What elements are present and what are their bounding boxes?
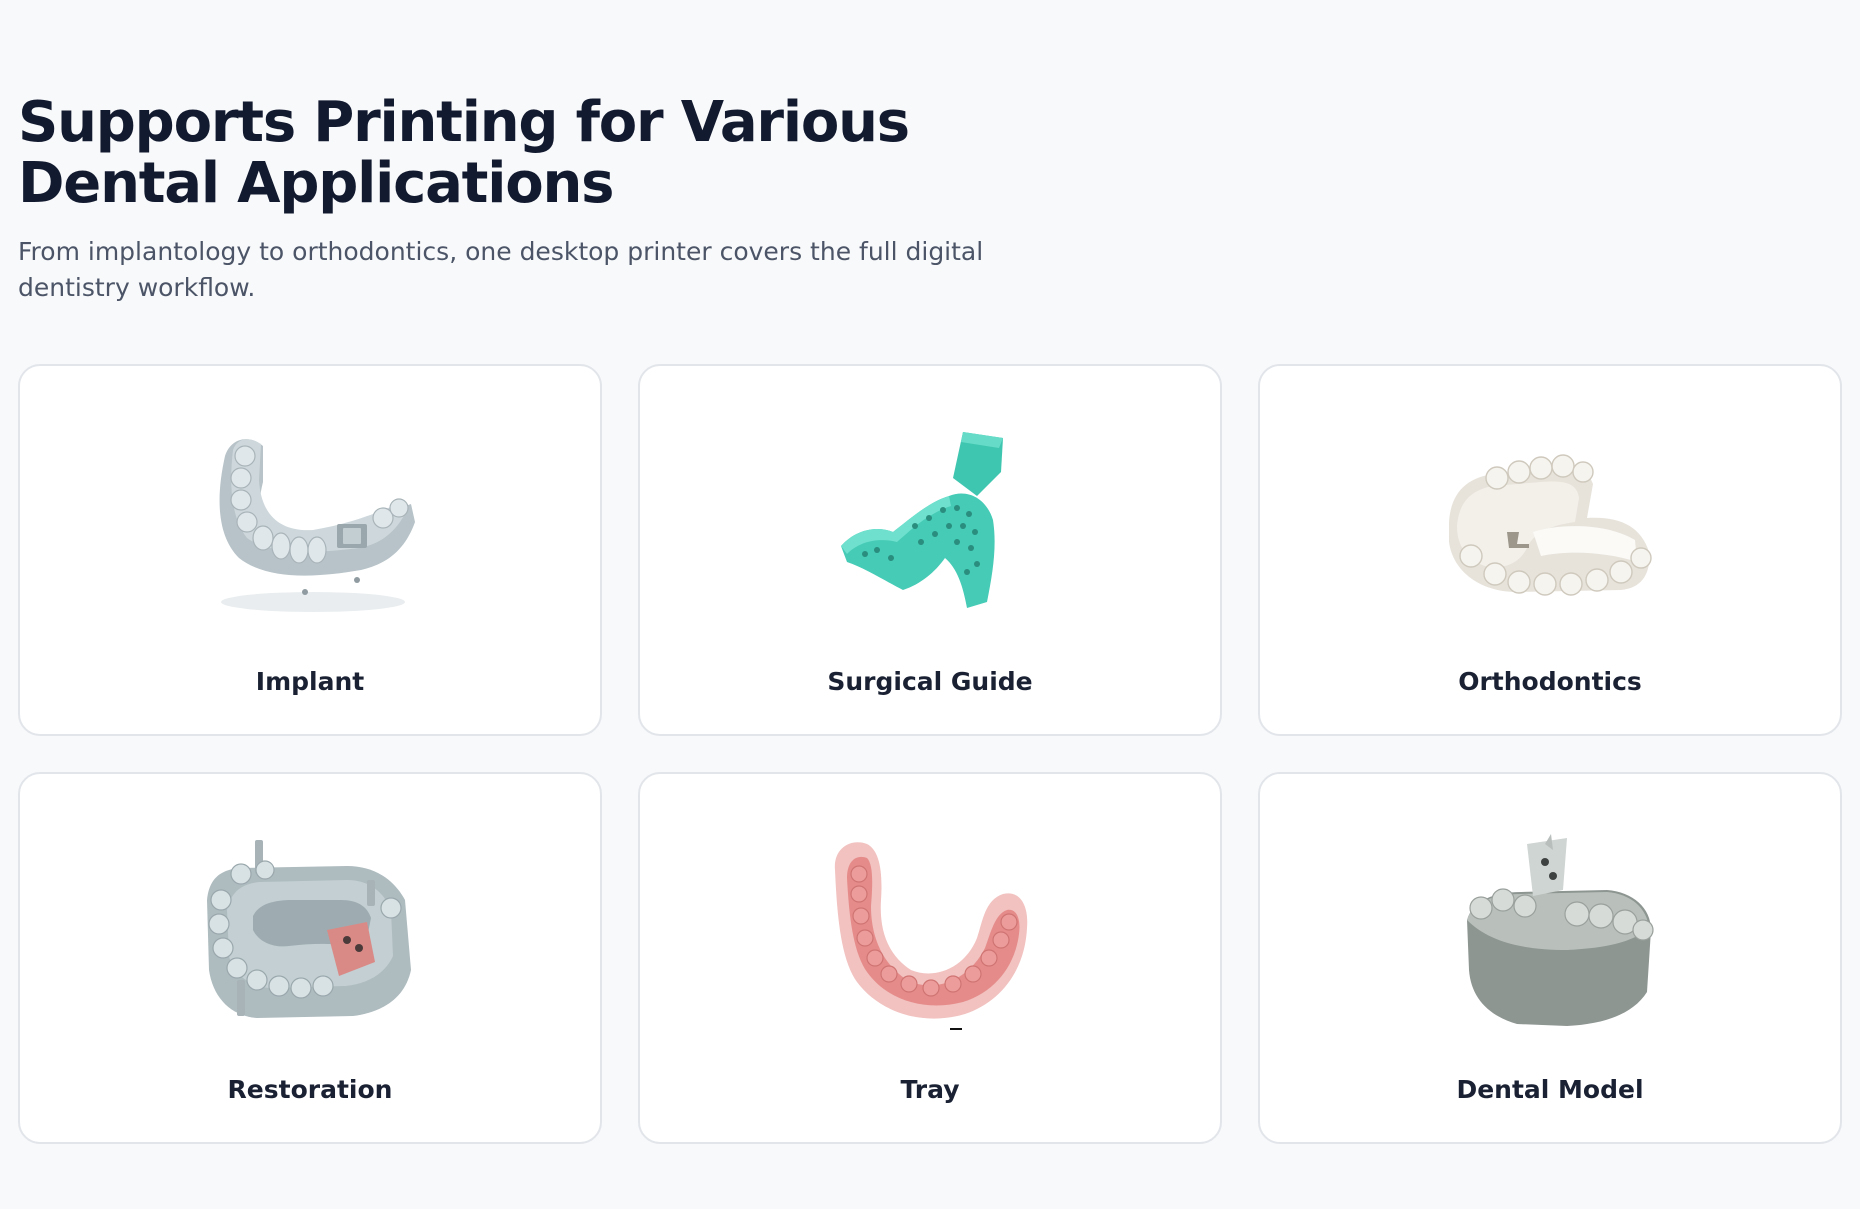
card-label: Implant xyxy=(255,667,365,696)
application-card-restoration[interactable]: Restoration xyxy=(18,772,602,1144)
orthodontic-model-image xyxy=(1449,454,1652,596)
dental-model-image xyxy=(1467,834,1654,1026)
application-card-tray[interactable]: Tray xyxy=(638,772,1222,1144)
tray-image xyxy=(834,842,1028,1030)
implant-model-image xyxy=(219,439,415,612)
dental-applications-section: Supports Printing for Various Dental App… xyxy=(18,0,1842,1209)
application-card-dental-model[interactable]: Dental Model xyxy=(1258,772,1842,1144)
surgical-guide-image xyxy=(841,432,1003,608)
restoration-model-image xyxy=(207,840,411,1018)
card-label: Restoration xyxy=(227,1075,393,1104)
card-label: Surgical Guide xyxy=(827,667,1033,696)
page-title: Supports Printing for Various Dental App… xyxy=(18,90,910,216)
application-card-implant[interactable]: Implant xyxy=(18,364,602,736)
card-label: Dental Model xyxy=(1456,1075,1644,1104)
application-card-surgical-guide[interactable]: Surgical Guide xyxy=(638,364,1222,736)
application-card-orthodontics[interactable]: Orthodontics xyxy=(1258,364,1842,736)
application-card-grid: Implant Surgical Guide Orthodontics Rest… xyxy=(18,364,1842,1146)
card-label: Tray xyxy=(900,1075,960,1104)
card-label: Orthodontics xyxy=(1458,667,1642,696)
page-subtitle: From implantology to orthodontics, one d… xyxy=(18,237,984,302)
